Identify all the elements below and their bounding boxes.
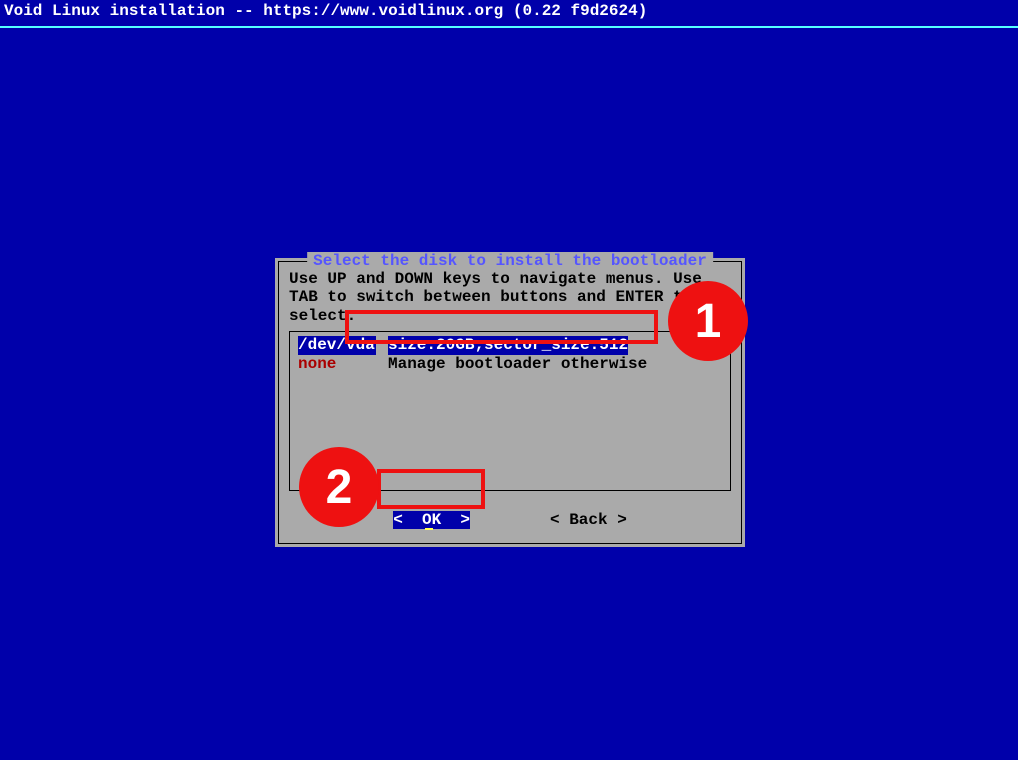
disk-info: size:20GB;sector_size:512 [388,336,628,355]
disk-list[interactable]: /dev/vda size:20GB;sector_size:512 none … [289,331,731,491]
divider [0,26,1018,28]
disk-option-vda[interactable]: /dev/vda size:20GB;sector_size:512 [294,336,726,355]
back-button[interactable]: < Back > [550,511,627,529]
dialog-title: Select the disk to install the bootloade… [307,252,713,270]
dialog-buttons: < OK > < Back > [279,501,741,543]
dialog-instructions: Use UP and DOWN keys to navigate menus. … [279,262,741,331]
disk-device: /dev/vda [298,336,376,355]
window-title: Void Linux installation -- https://www.v… [0,0,1018,22]
ok-button[interactable]: < OK > [393,511,470,529]
bootloader-dialog: Select the disk to install the bootloade… [275,258,745,547]
disk-option-none[interactable]: none Manage bootloader otherwise [294,355,726,374]
disk-device: none [298,355,376,374]
disk-info: Manage bootloader otherwise [388,355,647,374]
